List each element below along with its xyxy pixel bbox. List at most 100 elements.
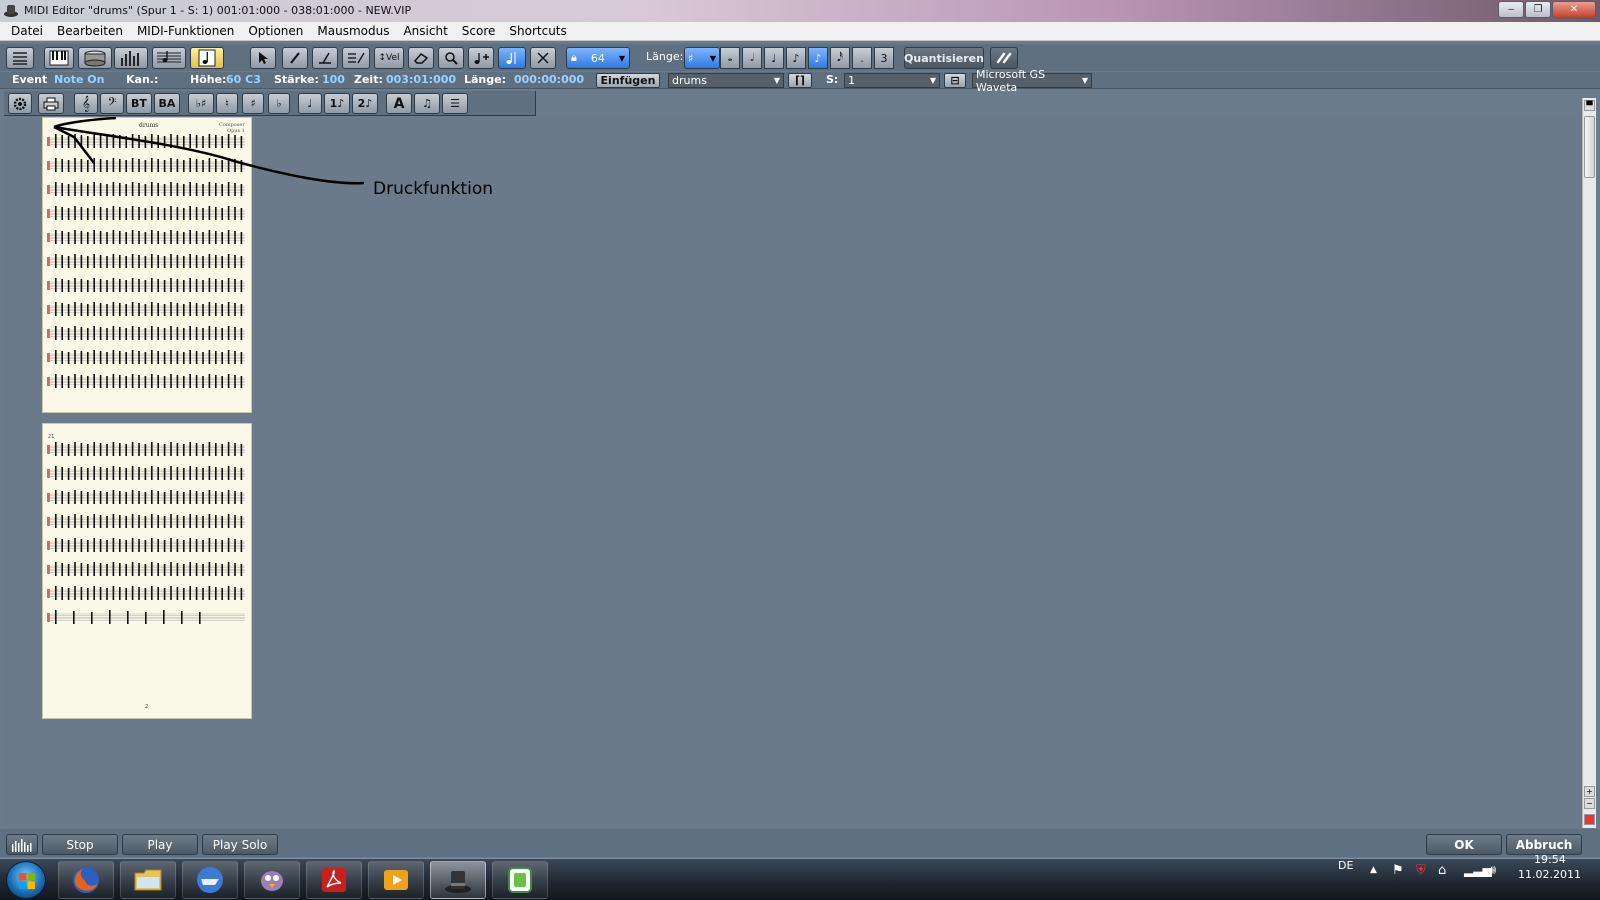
event-type[interactable]: Note On — [54, 73, 105, 86]
menu-score[interactable]: Score — [455, 24, 503, 38]
line-tool-button[interactable] — [312, 47, 338, 69]
taskbar-midi-editor[interactable] — [430, 861, 486, 899]
quantize-button[interactable]: Quantisieren — [904, 47, 984, 69]
vertical-scrollbar[interactable]: ▀ + − — [1582, 98, 1596, 828]
score-page-2[interactable]: 21 2 — [42, 423, 252, 719]
taskbar-thunderbird[interactable] — [182, 861, 238, 899]
piano-roll-button[interactable] — [44, 47, 74, 69]
taskbar-media-player[interactable] — [368, 861, 424, 899]
menu-datei[interactable]: Datei — [4, 24, 50, 38]
play-solo-button[interactable]: Play Solo — [202, 834, 278, 855]
accidental-button[interactable]: ♭♯ — [188, 93, 214, 114]
menu-bearbeiten[interactable]: Bearbeiten — [50, 24, 130, 38]
sharp-button[interactable]: ♯ — [242, 93, 264, 114]
drum-editor-button[interactable] — [78, 47, 112, 69]
add-note-tool-button[interactable] — [468, 47, 494, 69]
length-half-button[interactable]: 𝅗𝅥 — [742, 47, 762, 69]
treble-clef-button[interactable]: 𝄞 — [74, 93, 98, 114]
link-button[interactable] — [990, 47, 1018, 69]
language-indicator[interactable]: DE — [1338, 859, 1353, 872]
text-button[interactable]: A — [386, 93, 412, 114]
score-canvas[interactable]: drums Composer Opus 1 21 2 Druckfunktion — [4, 117, 1582, 829]
length-select[interactable]: ♯ ▼ — [684, 47, 720, 69]
velocity-tool-label: Vel — [386, 53, 400, 63]
time-value[interactable]: 003:01:000 — [386, 73, 456, 86]
snap-tool-button[interactable] — [498, 47, 526, 69]
play-button[interactable]: Play — [122, 834, 198, 855]
pitch-value[interactable]: 60 C3 — [226, 73, 261, 86]
bt-button[interactable]: BT — [126, 93, 152, 114]
menu-shortcuts[interactable]: Shortcuts — [502, 24, 573, 38]
zoom-tool-button[interactable] — [438, 47, 464, 69]
dotted-button[interactable]: . — [852, 47, 872, 69]
clock-date[interactable]: 11.02.2011 — [1518, 868, 1581, 881]
layout-button[interactable]: ☰ — [442, 93, 468, 114]
antivirus-shield-icon[interactable]: ⛨ — [1416, 863, 1426, 878]
length-eighth-button[interactable]: ♪ — [786, 47, 806, 69]
note-stem — [80, 375, 83, 388]
start-button[interactable] — [6, 861, 46, 899]
velocity-tool-button[interactable]: ↕ Vel — [374, 47, 404, 69]
taskbar-app[interactable] — [492, 861, 548, 899]
length-thirtysecond-button[interactable]: 𝅘𝅥𝅰 — [830, 47, 850, 69]
zoom-out-icon[interactable]: − — [1584, 798, 1595, 809]
length-value[interactable]: 000:00:000 — [514, 73, 584, 86]
network-device-icon[interactable]: ⌂ — [1438, 863, 1446, 878]
triplet-button[interactable]: 3 — [874, 47, 894, 69]
velocity-view-button[interactable] — [114, 47, 148, 69]
length-sixteenth-button[interactable]: ♪ — [808, 47, 828, 69]
zoom-in-icon[interactable]: + — [1584, 786, 1595, 797]
menu-ansicht[interactable]: Ansicht — [396, 24, 454, 38]
menu-optionen[interactable]: Optionen — [241, 24, 310, 38]
ok-button[interactable]: OK — [1426, 834, 1502, 855]
track-options-button[interactable]: ⌈⌉ — [788, 73, 812, 88]
action-center-flag-icon[interactable]: ⚑ — [1392, 863, 1404, 878]
mixer-button[interactable] — [6, 834, 38, 855]
note-stem — [109, 610, 111, 624]
ba-button[interactable]: BA — [154, 93, 180, 114]
flat-button[interactable]: ♭ — [268, 93, 290, 114]
scissors-tool-button[interactable] — [530, 47, 556, 69]
scroll-up-arrow-icon[interactable]: ▀ — [1584, 100, 1595, 111]
scroll-thumb[interactable] — [1584, 116, 1595, 178]
grid-select[interactable]: 🔒︎ 64 ▼ — [566, 47, 630, 69]
record-indicator-icon[interactable] — [1584, 814, 1595, 825]
menu-mausmodus[interactable]: Mausmodus — [310, 24, 396, 38]
voice2-button[interactable]: 2 ♪ — [352, 93, 378, 114]
taskbar-explorer[interactable] — [120, 861, 176, 899]
taskbar-acrobat[interactable] — [306, 861, 362, 899]
tray-expand-icon[interactable]: ▲ — [1370, 865, 1377, 875]
volume-icon[interactable]: 🔊︎ — [1488, 863, 1496, 878]
taskbar-firefox[interactable] — [58, 861, 114, 899]
settings-button[interactable] — [8, 93, 32, 114]
length-whole-button[interactable]: 𝅝 — [720, 47, 740, 69]
length-quarter-button[interactable]: ♩ — [764, 47, 784, 69]
natural-button[interactable]: ♮ — [216, 93, 238, 114]
stem-button[interactable]: ♩ — [298, 93, 322, 114]
bass-clef-button[interactable]: 𝄢 — [100, 93, 124, 114]
maximize-button[interactable]: ❐ — [1525, 1, 1551, 18]
list-editor-button[interactable] — [6, 47, 34, 69]
lyrics-button[interactable]: ♫ — [414, 93, 440, 114]
track-select[interactable]: drums ▼ — [668, 73, 784, 88]
eraser-tool-button[interactable] — [408, 47, 434, 69]
device-button[interactable]: ⊟ — [944, 73, 966, 88]
minimize-button[interactable]: ‒ — [1498, 1, 1524, 18]
voice1-button[interactable]: 1 ♪ — [324, 93, 350, 114]
taskbar-pidgin[interactable] — [244, 861, 300, 899]
device-select[interactable]: Microsoft GS Waveta ▼ — [972, 68, 1092, 94]
s-select[interactable]: 1 ▼ — [844, 73, 940, 88]
clock-time[interactable]: 19:54 — [1534, 853, 1566, 866]
notation-button[interactable] — [152, 47, 186, 69]
insert-button[interactable]: Einfügen — [596, 73, 660, 88]
score-view-button[interactable] — [190, 47, 224, 69]
menu-midi-funktionen[interactable]: MIDI-Funktionen — [130, 24, 241, 38]
list-pencil-button[interactable] — [342, 47, 370, 69]
velocity-value[interactable]: 100 — [322, 73, 345, 86]
select-tool-button[interactable] — [250, 47, 276, 69]
cancel-button[interactable]: Abbruch — [1506, 834, 1582, 855]
stop-button[interactable]: Stop — [42, 834, 118, 855]
pencil-tool-button[interactable] — [282, 47, 308, 69]
print-button[interactable] — [38, 93, 64, 114]
close-button[interactable]: ✕ — [1552, 1, 1596, 18]
